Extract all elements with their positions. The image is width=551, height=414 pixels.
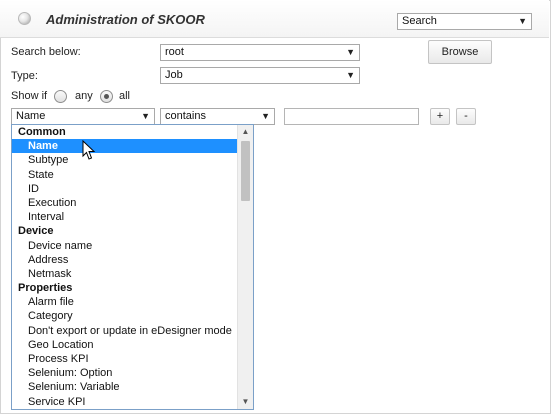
page-title: Administration of SKOOR [46, 12, 205, 27]
dropdown-option[interactable]: Category [12, 309, 253, 323]
browse-button[interactable]: Browse [428, 40, 492, 64]
type-label: Type: [11, 70, 38, 82]
header-bar: Administration of SKOOR Search ▼ [0, 0, 549, 38]
dropdown-option[interactable]: Selenium: Variable [12, 380, 253, 394]
mode-select[interactable]: Search ▼ [397, 13, 532, 30]
dropdown-option[interactable]: Alarm file [12, 295, 253, 309]
type-select[interactable]: Job ▼ [160, 67, 360, 84]
scrollbar[interactable]: ▲ ▼ [237, 125, 253, 409]
dropdown-option[interactable]: Device name [12, 239, 253, 253]
search-below-value: root [165, 46, 184, 58]
radio-all[interactable] [100, 90, 113, 103]
dropdown-option[interactable]: Don't export or update in eDesigner mode [12, 324, 253, 338]
filter-operator-select[interactable]: contains ▼ [160, 108, 275, 125]
dropdown-option[interactable]: ID [12, 182, 253, 196]
dropdown-option[interactable]: Address [12, 253, 253, 267]
add-condition-button[interactable]: + [430, 108, 450, 125]
chevron-down-icon: ▼ [518, 16, 527, 26]
chevron-down-icon: ▼ [346, 47, 355, 57]
dropdown-option[interactable]: Process KPI [12, 352, 253, 366]
dropdown-option[interactable]: Subtype [12, 153, 253, 167]
radio-any[interactable] [54, 90, 67, 103]
dropdown-group-label: Common [18, 126, 66, 138]
radio-any-label: any [75, 90, 93, 102]
field-dropdown-list[interactable]: Common Name Subtype State ID Execution Interva… [11, 124, 254, 410]
dropdown-option[interactable]: Interval [12, 210, 253, 224]
type-value: Job [165, 69, 183, 81]
dropdown-option[interactable]: Name [12, 139, 237, 154]
dropdown-group-label: Device [18, 225, 54, 238]
dropdown-option[interactable]: Netmask [12, 267, 253, 281]
status-dot-icon [18, 12, 31, 25]
filter-field-value: Name [16, 110, 46, 122]
radio-all-label: all [119, 90, 131, 102]
dropdown-option[interactable]: Selenium: Option [12, 366, 253, 380]
search-below-select[interactable]: root ▼ [160, 44, 360, 61]
mouse-pointer-icon [82, 140, 96, 160]
dropdown-option[interactable]: Service KPI [12, 395, 253, 409]
search-below-label: Search below: [11, 46, 81, 58]
dropdown-option[interactable]: Execution [12, 196, 253, 210]
dropdown-option[interactable]: State [12, 168, 253, 182]
scrollbar-thumb[interactable] [241, 141, 250, 201]
chevron-down-icon: ▼ [346, 70, 355, 80]
dropdown-option[interactable]: Geo Location [12, 338, 253, 352]
remove-condition-button[interactable]: - [456, 108, 476, 125]
filter-value-input[interactable] [284, 108, 419, 125]
filter-field-select[interactable]: Name ▼ [11, 108, 155, 125]
chevron-down-icon: ▼ [261, 111, 270, 121]
show-if-label: Show if [11, 90, 48, 102]
dropdown-group-label: Properties [18, 282, 73, 295]
scroll-up-icon[interactable]: ▲ [238, 125, 253, 139]
filter-operator-value: contains [165, 110, 206, 122]
mode-select-value: Search [402, 15, 437, 27]
scroll-down-icon[interactable]: ▼ [238, 395, 253, 409]
chevron-down-icon: ▼ [141, 111, 150, 121]
